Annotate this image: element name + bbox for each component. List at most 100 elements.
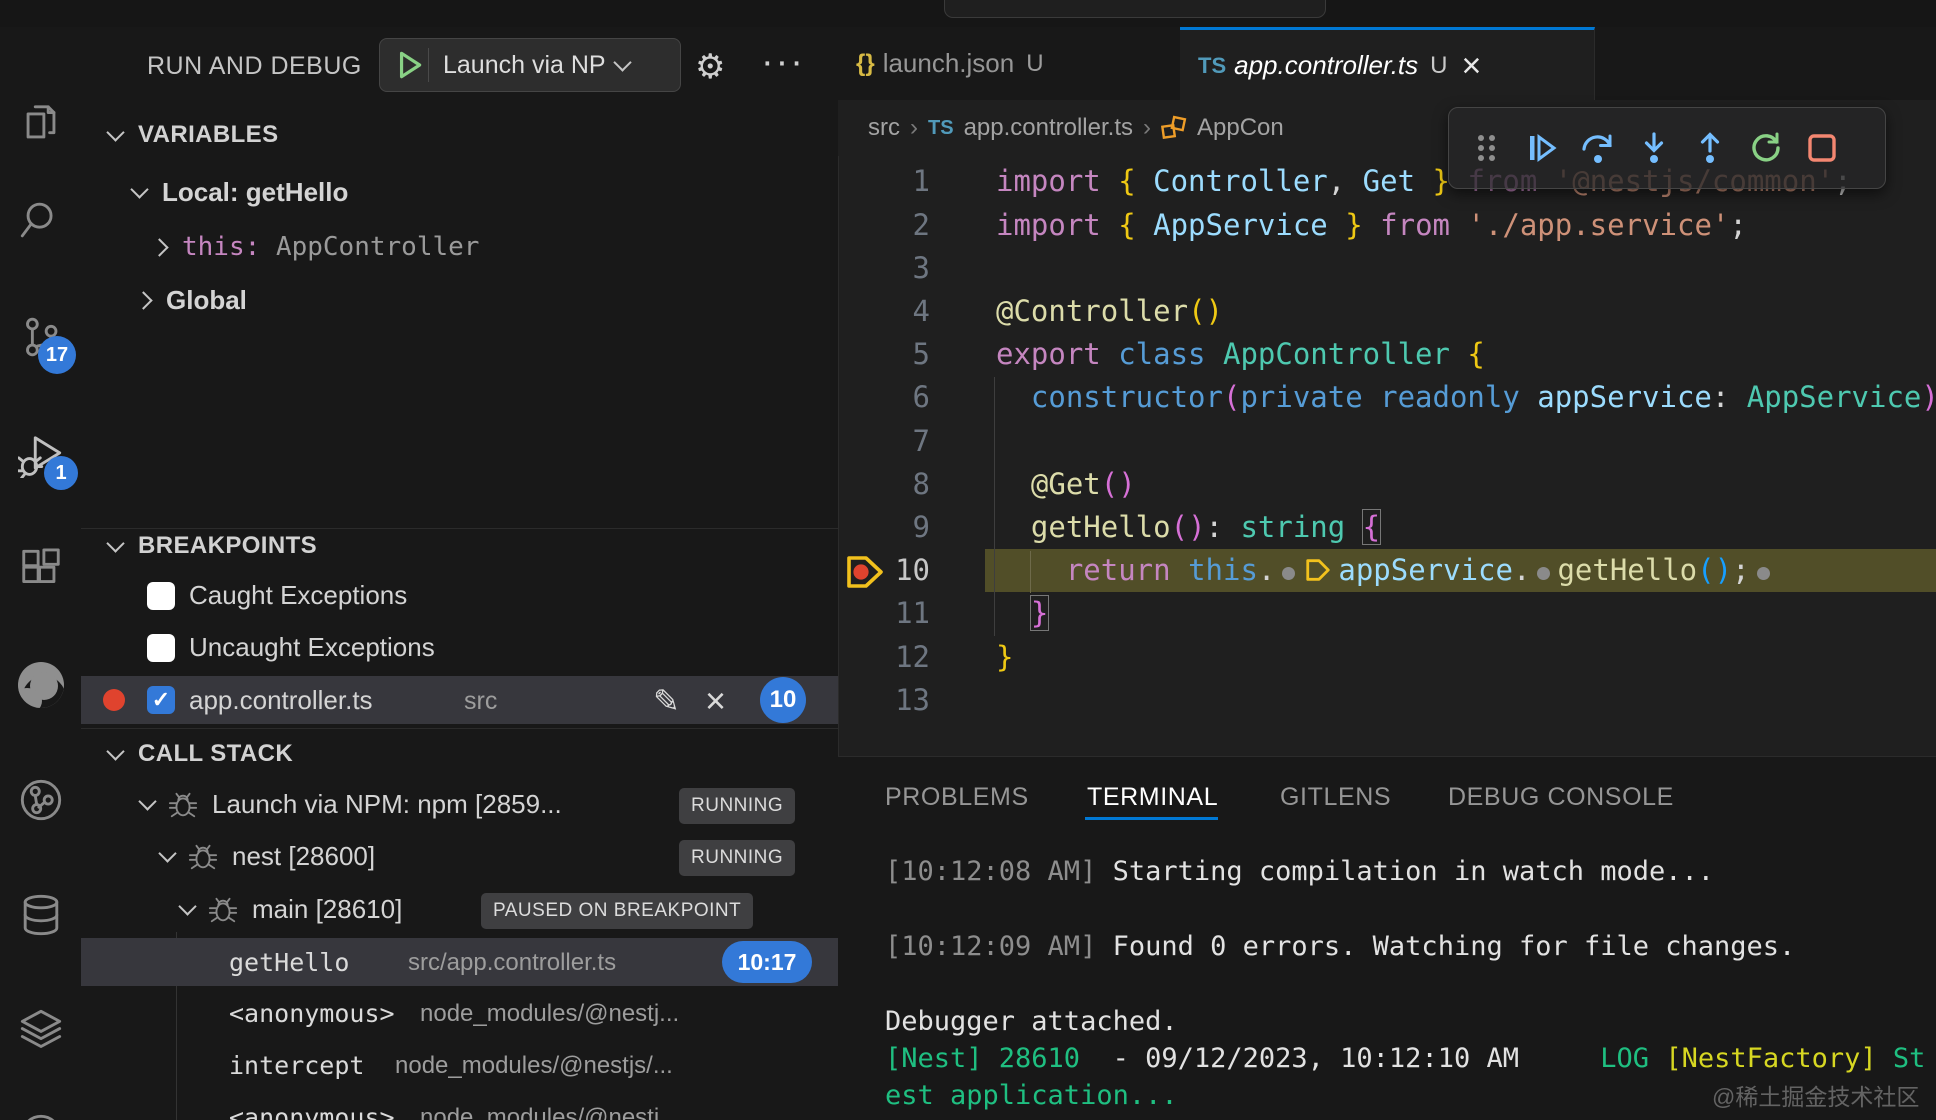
code-token: :: [1712, 380, 1747, 414]
line-number[interactable]: 6: [838, 376, 930, 419]
paused-breakpoint-icon[interactable]: [843, 552, 887, 592]
command-center[interactable]: [944, 0, 1326, 18]
code-line[interactable]: 9 getHello(): string {: [0, 506, 1936, 550]
close-icon[interactable]: ×: [1452, 49, 1492, 83]
frame-name: intercept: [229, 1051, 364, 1080]
code-line[interactable]: 10 return this.appService.getHello();: [0, 549, 1936, 593]
stop-icon[interactable]: [1803, 129, 1841, 167]
code-token: [1415, 164, 1432, 198]
code-token: AppController: [1223, 337, 1467, 371]
line-number[interactable]: 7: [838, 420, 930, 463]
section-variables[interactable]: VARIABLES: [109, 121, 279, 149]
line-number[interactable]: 11: [838, 592, 930, 635]
stack-frame-row-selected[interactable]: getHello src/app.controller.ts 10:17: [81, 938, 838, 986]
explorer-icon[interactable]: [18, 101, 64, 147]
line-number[interactable]: 3: [838, 247, 930, 290]
tab-launch-json[interactable]: {} launch.json U: [838, 27, 1181, 100]
code-token: {: [1363, 510, 1380, 544]
restart-icon[interactable]: [1747, 129, 1785, 167]
code-token: getHello: [1031, 510, 1171, 544]
thread-status-badge: PAUSED ON BREAKPOINT: [481, 893, 753, 929]
code-token: [996, 596, 1031, 630]
code-line[interactable]: 12}: [0, 636, 1936, 680]
chevron-down-icon: [178, 897, 196, 915]
layers-icon[interactable]: [18, 1007, 64, 1053]
code-line[interactable]: 13: [0, 679, 1936, 723]
code-token: import: [996, 164, 1118, 198]
database-icon[interactable]: [18, 892, 64, 938]
stack-frame-row[interactable]: <anonymous>: [229, 1103, 395, 1120]
code-token: class: [1118, 337, 1223, 371]
launch-config-label[interactable]: Launch via NP: [431, 51, 616, 80]
breadcrumb-symbol[interactable]: AppCon: [1187, 114, 1284, 142]
vscode-window: 17 1 RUN AND DEBUG: [0, 0, 1936, 1120]
stack-frame-row[interactable]: <anonymous>: [229, 999, 395, 1028]
gear-icon[interactable]: ⚙: [695, 47, 725, 87]
frame-path: node_modules/@nestj...: [420, 1104, 679, 1120]
code-line[interactable]: 11 }: [0, 592, 1936, 636]
typescript-icon: TS: [928, 117, 954, 140]
code-line[interactable]: 2import { AppService } from './app.servi…: [0, 204, 1936, 248]
remote-graph-icon[interactable]: [18, 1112, 64, 1120]
continue-icon[interactable]: [1523, 129, 1561, 167]
section-call-stack[interactable]: CALL STACK: [109, 740, 293, 768]
code-token: constructor: [1031, 380, 1223, 414]
json-icon: {}: [838, 50, 875, 78]
frame-name: getHello: [229, 948, 349, 977]
line-number[interactable]: 13: [838, 679, 930, 722]
line-number[interactable]: 4: [838, 290, 930, 333]
code-line[interactable]: 5export class AppController {: [0, 333, 1936, 377]
launch-config-button[interactable]: Launch via NP: [379, 38, 681, 92]
step-over-icon[interactable]: [1579, 129, 1617, 167]
tab-debug-console[interactable]: DEBUG CONSOLE: [1448, 783, 1674, 812]
inline-breakpoint-candidate-icon[interactable]: [1537, 567, 1550, 580]
line-number[interactable]: 2: [838, 204, 930, 247]
breadcrumb-src[interactable]: src: [838, 114, 900, 142]
indent-guide: [994, 377, 995, 636]
code-line[interactable]: 7: [0, 420, 1936, 464]
drag-handle-icon[interactable]: [1467, 129, 1505, 167]
code-token: .: [1513, 553, 1530, 587]
code-token: export: [996, 337, 1118, 371]
tab-terminal[interactable]: TERMINAL: [1087, 783, 1218, 812]
more-actions-icon[interactable]: ···: [761, 41, 805, 84]
tab-gitlens[interactable]: GITLENS: [1280, 783, 1391, 812]
line-number[interactable]: 9: [838, 506, 930, 549]
code-token: [996, 510, 1031, 544]
tab-app-controller[interactable]: TS app.controller.ts U ×: [1180, 27, 1595, 101]
start-debug-icon[interactable]: [392, 48, 426, 82]
step-into-icon[interactable]: [1635, 129, 1673, 167]
code-token: return: [1066, 553, 1188, 587]
line-number[interactable]: 1: [838, 160, 930, 203]
gitlens-icon[interactable]: [18, 777, 64, 823]
code-token: getHello: [1557, 553, 1697, 587]
code-token: AppService: [1153, 208, 1328, 242]
code-token: (): [1188, 294, 1223, 328]
debug-toolbar: [1448, 107, 1886, 189]
code-token: :: [1206, 510, 1241, 544]
line-number[interactable]: 12: [838, 636, 930, 679]
code-token: this: [1188, 553, 1258, 587]
debug-session-row[interactable]: nest [28600]: [161, 841, 375, 872]
code-line[interactable]: 6 constructor(private readonly appServic…: [0, 376, 1936, 420]
code-token: [1363, 208, 1380, 242]
code-line[interactable]: 8 @Get(): [0, 463, 1936, 507]
line-number[interactable]: 5: [838, 333, 930, 376]
debug-session-row[interactable]: Launch via NPM: npm [2859...: [141, 789, 562, 820]
tab-problems[interactable]: PROBLEMS: [885, 783, 1029, 812]
step-out-icon[interactable]: [1691, 129, 1729, 167]
editor-tab-bar: {} launch.json U TS app.controller.ts U …: [838, 27, 1936, 101]
inline-breakpoint-candidate-icon[interactable]: [1282, 567, 1295, 580]
breadcrumb-file[interactable]: app.controller.ts: [954, 114, 1133, 142]
stack-frame-row[interactable]: intercept: [229, 1051, 364, 1080]
code-token: (): [1101, 467, 1136, 501]
code-line[interactable]: 3: [0, 247, 1936, 291]
code-token: from: [1380, 208, 1467, 242]
line-number[interactable]: 8: [838, 463, 930, 506]
active-tab-underline: [1085, 817, 1218, 820]
debug-thread-row[interactable]: main [28610]: [181, 894, 402, 925]
inline-breakpoint-candidate-icon[interactable]: [1757, 567, 1770, 580]
code-token: AppService: [1747, 380, 1922, 414]
code-line[interactable]: 4@Controller(): [0, 290, 1936, 334]
chevron-down-icon: [613, 53, 631, 71]
